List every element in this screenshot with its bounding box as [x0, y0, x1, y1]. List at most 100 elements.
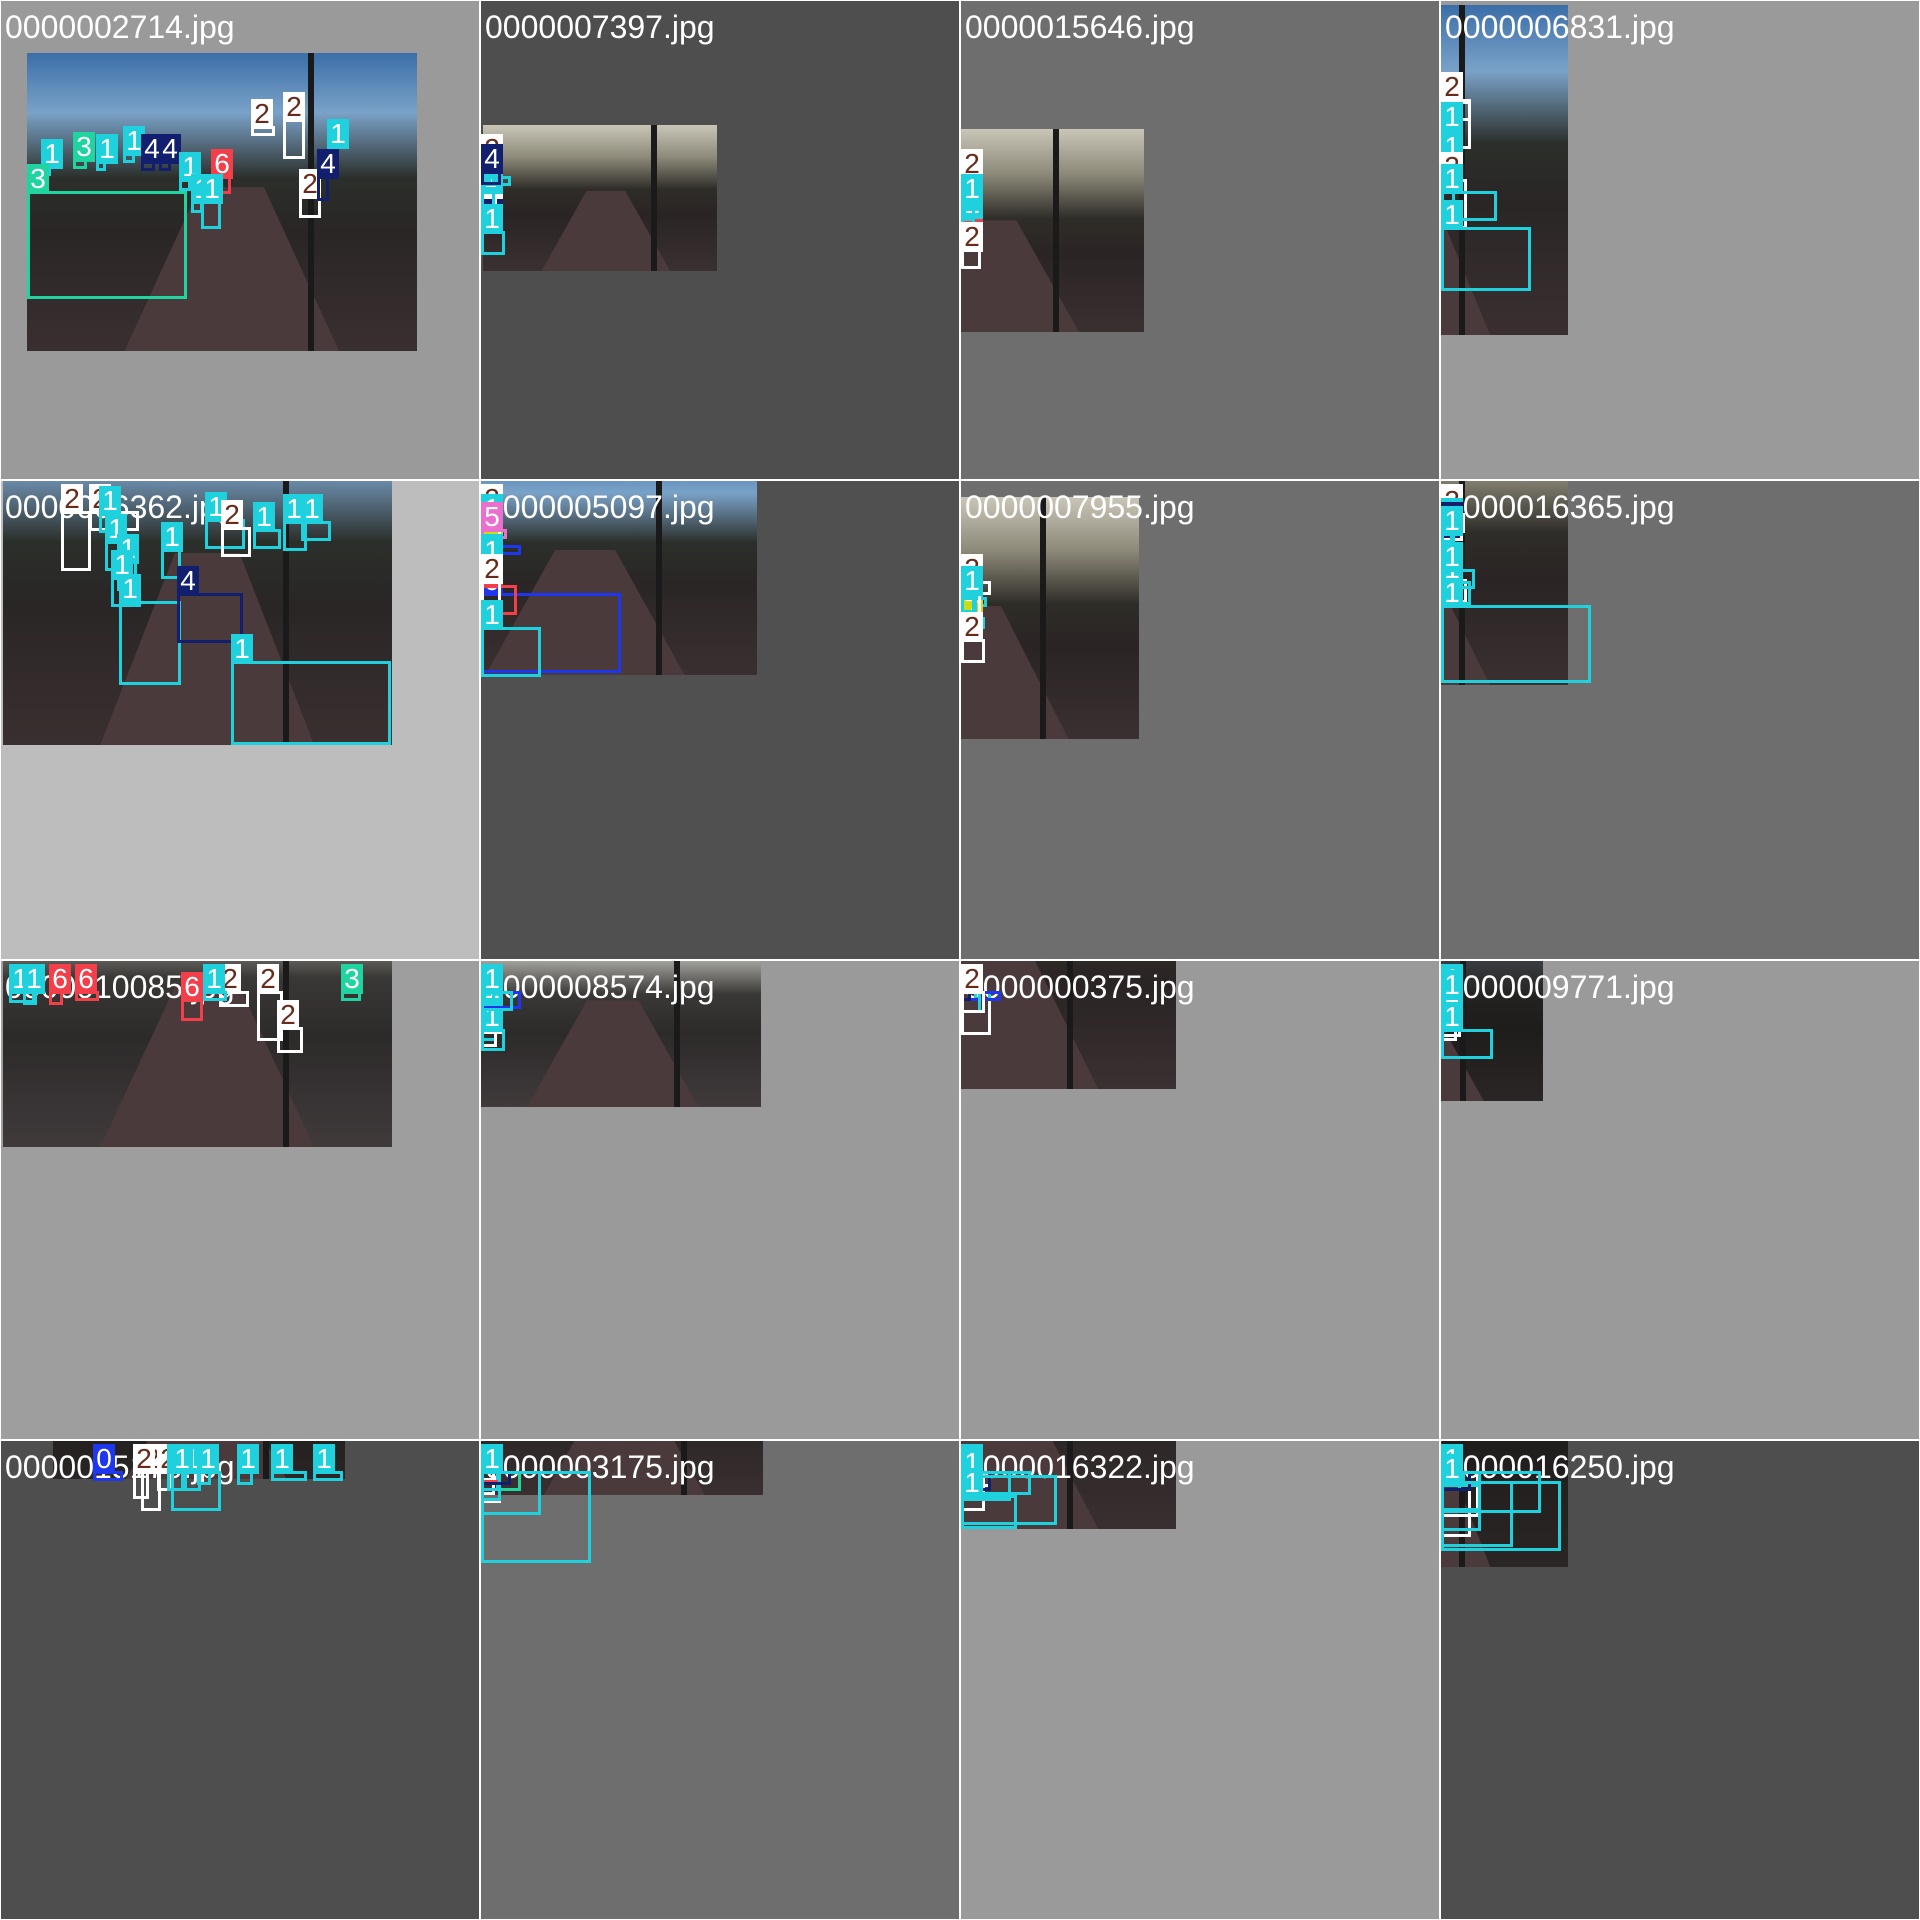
detection-class-label: 1 [327, 119, 349, 149]
road-scene-photo [961, 129, 1144, 332]
image-mosaic: 0000002714.jpg13114416132212410000007397… [0, 0, 1920, 1920]
detection-box: 1 [961, 1468, 1017, 1529]
image-tile: 0000016322.jpg22245144111111 [960, 1440, 1440, 1920]
detection-class-label: 0 [93, 1444, 115, 1474]
detection-class-label: 2 [283, 92, 305, 122]
detection-class-label: 2 [961, 612, 983, 642]
image-filename: 0000007397.jpg [485, 9, 715, 45]
detection-box: 1 [481, 204, 505, 255]
image-filename: 0000006831.jpg [1445, 9, 1675, 45]
utility-pole [1053, 129, 1059, 332]
detection-class-label: 1 [99, 486, 121, 516]
detection-class-label: 1 [1441, 506, 1463, 536]
image-tile: 0000003175.jpg222317611411 [480, 1440, 960, 1920]
detection-box: 1 [961, 174, 983, 211]
image-tile: 0000016250.jpg2211241411111 [1440, 1440, 1920, 1920]
detection-box: 4 [317, 149, 339, 201]
detection-class-label: 4 [317, 149, 339, 179]
image-tile: 0000016365.jpg1142211444112111 [1440, 480, 1920, 960]
image-filename: 0000002714.jpg [5, 9, 235, 45]
detection-class-label: 6 [75, 964, 97, 994]
detection-class-label: 1 [313, 1444, 335, 1474]
detection-class-label: 2 [277, 1000, 299, 1030]
detection-box: 6 [181, 972, 203, 1021]
detection-class-label: 1 [1441, 578, 1463, 608]
detection-box: 1 [253, 502, 281, 549]
detection-box: 3 [341, 964, 363, 1001]
detection-box: 2 [61, 484, 91, 571]
road-scene-photo [483, 125, 717, 271]
detection-class-label: 1 [197, 1444, 219, 1474]
detection-class-label: 2 [133, 1444, 155, 1474]
image-tile: 0000008574.jpg043122121011 [480, 960, 960, 1440]
detection-box: 1 [481, 964, 513, 1011]
detection-box: 4 [159, 134, 181, 171]
detection-box: 1 [481, 1444, 541, 1515]
detection-class-label: 1 [237, 1444, 259, 1474]
detection-box: 2 [277, 1000, 303, 1053]
detection-box: 0 [93, 1444, 123, 1481]
detection-box: 1 [231, 634, 391, 745]
image-tile: 0000006362.jpg221111114121111 [0, 480, 480, 960]
detection-box: 4 [141, 134, 163, 171]
detection-box: 1 [171, 1444, 221, 1511]
detection-box: 2 [961, 612, 985, 663]
image-filename: 0000007955.jpg [965, 489, 1195, 525]
detection-box: 1 [481, 1002, 505, 1051]
detection-class-label: 3 [73, 132, 95, 162]
image-filename: 0000015646.jpg [965, 9, 1195, 45]
detection-class-label: 1 [119, 574, 141, 604]
utility-pole [283, 961, 289, 1147]
detection-box: 2 [221, 500, 251, 557]
detection-class-label: 1 [481, 204, 503, 234]
detection-box: 6 [75, 964, 99, 1001]
image-tile: 0000010085.jpg 1 1 6 6 6 2 2 1 3 2 [0, 960, 480, 1440]
detection-class-label: 1 [203, 964, 225, 994]
detection-class-label: 1 [301, 494, 323, 524]
detection-class-label: 2 [481, 554, 503, 584]
detection-box: 6 [49, 964, 71, 1005]
detection-box: 2 [133, 1444, 155, 1499]
detection-class-label: 1 [161, 522, 183, 552]
image-tile: 0000002714.jpg1311441613221241 [0, 0, 480, 480]
detection-class-label: 1 [481, 964, 503, 994]
detection-box: 1 [119, 574, 181, 685]
detection-box: 3 [27, 164, 187, 299]
detection-class-label: 6 [49, 964, 71, 994]
detection-class-label: 1 [201, 174, 223, 204]
detection-box: 1 [271, 1444, 307, 1481]
detection-class-label: 1 [171, 1444, 193, 1474]
image-tile: 0000015646.jpg311112261112 [960, 0, 1440, 480]
detection-box: 1 [481, 600, 541, 677]
detection-class-label: 1 [253, 502, 275, 532]
detection-box: 1 [123, 126, 145, 163]
detection-class-label: 6 [181, 972, 203, 1002]
detection-box: 1 [203, 964, 227, 1001]
detection-class-label: 1 [96, 134, 118, 164]
road-scene-photo [961, 497, 1139, 739]
detection-class-label: 1 [1441, 102, 1463, 132]
detection-class-label: 4 [159, 134, 181, 164]
detection-box: 1 [23, 964, 45, 1005]
detection-box: 1 [1441, 1002, 1493, 1059]
detection-class-label: 2 [221, 500, 243, 530]
detection-class-label: 1 [231, 634, 253, 664]
detection-class-label: 2 [257, 964, 279, 994]
image-tile: 0000009771.jpg22123111111 [1440, 960, 1920, 1440]
road-surface [527, 1000, 699, 1107]
detection-class-label: 1 [1441, 164, 1463, 194]
detection-class-label: 1 [1441, 1454, 1463, 1484]
detection-class-label: 2 [1441, 72, 1463, 102]
detection-class-label: 2 [961, 222, 983, 252]
detection-box: 1 [1441, 578, 1591, 683]
detection-class-label: 3 [27, 164, 49, 194]
image-tile: 0000000375.jpg22110412 [960, 960, 1440, 1440]
detection-box: 1 [237, 1444, 259, 1485]
detection-class-label: 1 [23, 964, 45, 994]
detection-box: 2 [961, 222, 983, 269]
detection-box: 4 [481, 144, 503, 185]
image-tile: 0000006831.jpg1111422111111211 [1440, 0, 1920, 480]
utility-pole [1040, 497, 1046, 739]
image-filename: 0000000375.jpg [965, 969, 1195, 1005]
detection-box: 1 [96, 134, 118, 171]
